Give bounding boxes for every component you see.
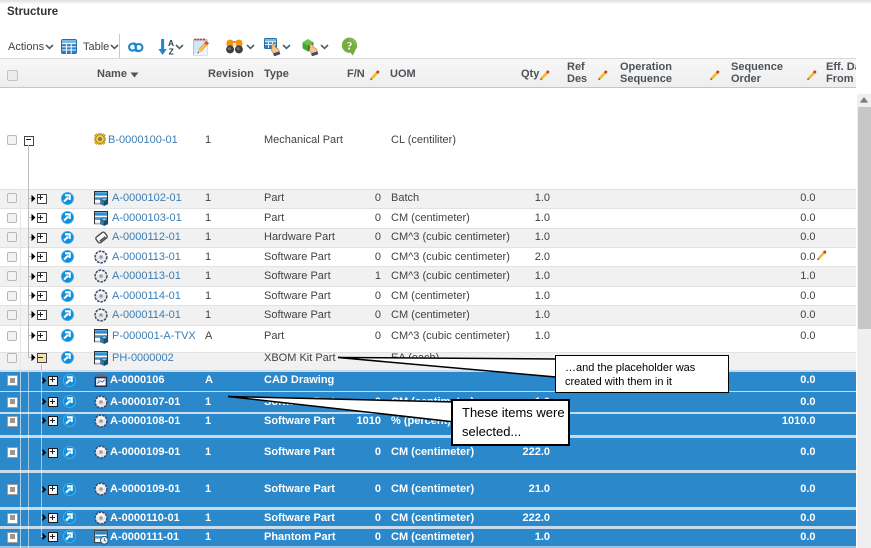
svg-text:?: ? [347,41,353,53]
svg-text:Z: Z [169,47,174,56]
